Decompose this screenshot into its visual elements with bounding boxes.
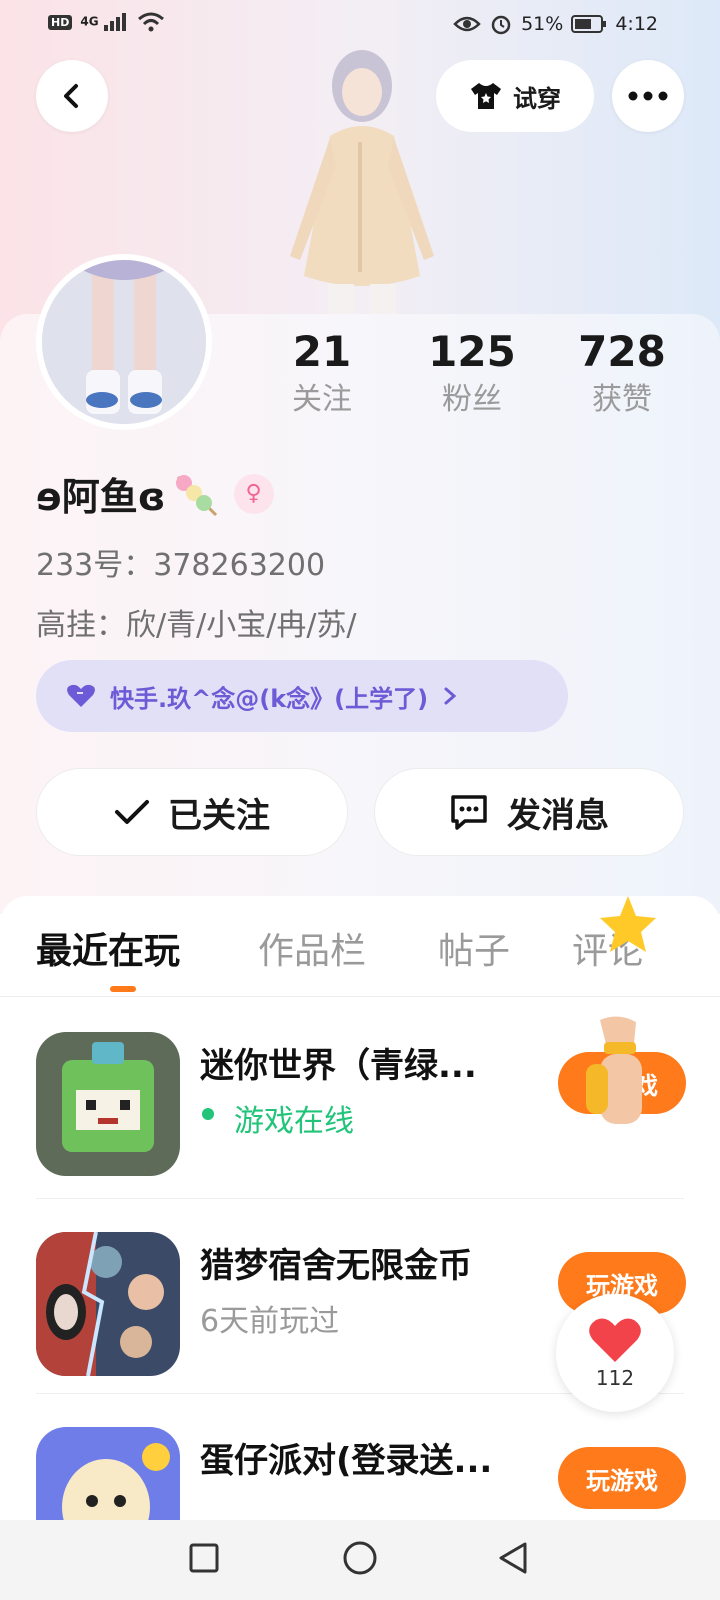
avatar[interactable] bbox=[36, 254, 212, 430]
heart-icon bbox=[589, 1318, 641, 1362]
game-last-played: 6天前玩过 bbox=[200, 1304, 340, 1339]
thumbs-up-icon bbox=[586, 1016, 642, 1124]
gender-female-icon: ♀ bbox=[233, 473, 274, 514]
more-options-button[interactable] bbox=[612, 60, 684, 132]
nickname: ɘ阿鱼ɞ bbox=[36, 475, 166, 519]
home-circle-icon[interactable] bbox=[342, 1540, 378, 1576]
battery-icon bbox=[571, 15, 607, 33]
clock-time: 4:12 bbox=[615, 13, 658, 35]
battery-percent: 51% bbox=[521, 13, 564, 35]
active-tab-indicator bbox=[110, 986, 136, 992]
tab-works[interactable]: 作品栏 bbox=[258, 922, 366, 974]
system-nav-bar bbox=[0, 1520, 720, 1600]
more-dots-icon bbox=[628, 91, 668, 101]
character-figure bbox=[290, 50, 434, 316]
followed-label: 已关注 bbox=[168, 795, 270, 836]
signal-icon: 4G bbox=[80, 13, 128, 31]
hd-badge: HD bbox=[48, 14, 73, 30]
tshirt-icon bbox=[471, 83, 501, 109]
fans-label: 粉丝 bbox=[442, 382, 502, 417]
status-bar: HD 4G 51% 4:12 bbox=[0, 0, 720, 50]
stat-fans[interactable]: 125 粉丝 bbox=[402, 326, 542, 422]
check-icon bbox=[115, 800, 149, 824]
likes-label: 获赞 bbox=[592, 382, 652, 417]
star-icon bbox=[600, 896, 656, 952]
recents-square-icon[interactable] bbox=[188, 1542, 220, 1574]
user-id: 233号：378263200 bbox=[36, 548, 326, 583]
like-float-button[interactable]: 112 bbox=[556, 1294, 674, 1412]
followed-button[interactable]: 已关注 bbox=[36, 768, 348, 856]
game-icon-dream-dorm bbox=[36, 1232, 180, 1376]
game-title: 猎梦宿舍无限金币 bbox=[200, 1246, 472, 1286]
game-title: 蛋仔派对(登录送... bbox=[200, 1441, 493, 1481]
try-on-button[interactable]: 试穿 bbox=[436, 60, 594, 132]
eye-icon bbox=[453, 16, 481, 32]
following-label: 关注 bbox=[292, 382, 352, 417]
relation-text: 快手.玖^念@(k念》(上学了) bbox=[110, 684, 429, 713]
avatar-image bbox=[42, 260, 206, 424]
chevron-left-icon bbox=[64, 84, 78, 108]
game-status: 游戏在线 bbox=[234, 1104, 354, 1139]
user-bio: 高挂：欣/青/小宝/冉/苏/ bbox=[36, 608, 357, 643]
signal-label: 4G bbox=[80, 14, 99, 29]
send-message-button[interactable]: 发消息 bbox=[374, 768, 684, 856]
following-count: 21 bbox=[292, 327, 352, 376]
send-message-label: 发消息 bbox=[507, 795, 609, 836]
nickname-row: ɘ阿鱼ɞ ♀ bbox=[36, 466, 274, 521]
chevron-right-icon bbox=[444, 687, 457, 705]
try-on-label: 试穿 bbox=[513, 84, 561, 113]
chat-bubble-icon bbox=[451, 795, 487, 830]
game-title: 迷你世界（青绿... bbox=[200, 1046, 477, 1086]
back-triangle-icon[interactable] bbox=[496, 1540, 530, 1576]
back-button[interactable] bbox=[36, 60, 108, 132]
relation-badge[interactable]: 快手.玖^念@(k念》(上学了) bbox=[36, 660, 568, 732]
fans-count: 125 bbox=[428, 327, 516, 376]
like-count: 112 bbox=[595, 1366, 635, 1390]
play-game-button[interactable]: 玩游戏 bbox=[558, 1447, 686, 1509]
wifi-icon bbox=[137, 12, 164, 32]
row-divider bbox=[36, 1198, 684, 1199]
tabs-divider bbox=[0, 996, 720, 997]
alarm-icon bbox=[491, 15, 511, 35]
likes-count: 728 bbox=[578, 327, 666, 376]
stat-likes[interactable]: 728 获赞 bbox=[552, 326, 692, 422]
heart-link-icon bbox=[67, 684, 95, 707]
dango-icon bbox=[175, 474, 217, 516]
tab-recently-played[interactable]: 最近在玩 bbox=[36, 922, 180, 974]
online-status-dot bbox=[202, 1108, 214, 1120]
game-icon-mini-world bbox=[36, 1032, 180, 1176]
stat-following[interactable]: 21 关注 bbox=[252, 326, 392, 422]
tab-posts[interactable]: 帖子 bbox=[438, 922, 510, 974]
